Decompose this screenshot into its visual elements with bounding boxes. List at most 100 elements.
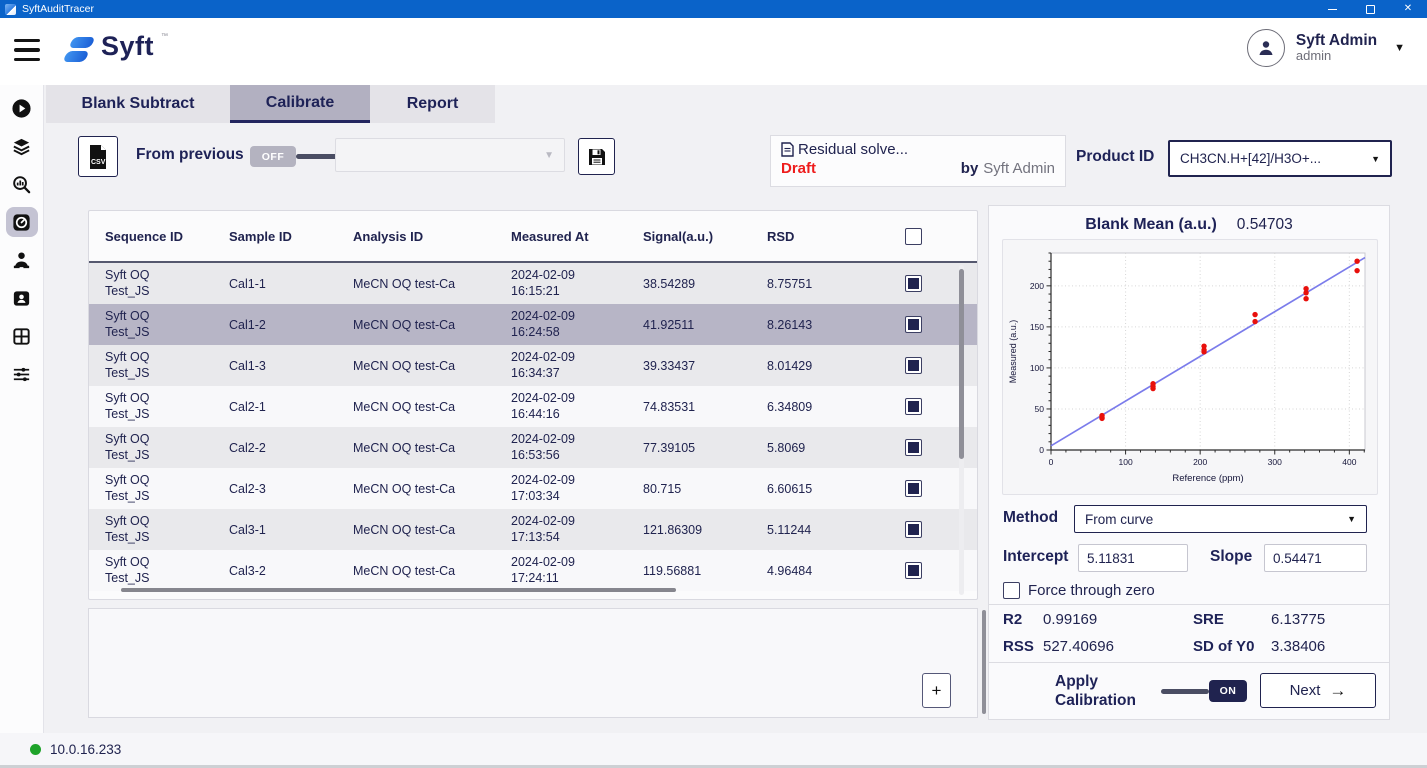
cell-measured-at: 2024-02-09 16:15:21 — [511, 268, 601, 299]
svg-text:Measured (a.u.): Measured (a.u.) — [1008, 320, 1018, 384]
cell-analysis-id: MeCN OQ test-Ca — [353, 400, 511, 414]
row-checkbox[interactable] — [905, 521, 922, 538]
rss-label: RSS — [1003, 638, 1043, 655]
toggle-on-state: ON — [1209, 680, 1247, 702]
force-through-zero-label: Force through zero — [1028, 582, 1155, 599]
sidebar-item-operator[interactable] — [6, 245, 38, 275]
row-checkbox[interactable] — [905, 439, 922, 456]
apply-calibration-label: Apply Calibration — [1055, 672, 1155, 711]
table-row[interactable]: Syft OQ Test_JSCal1-1MeCN OQ test-Ca2024… — [89, 263, 977, 304]
table-row[interactable]: Syft OQ Test_JSCal1-2MeCN OQ test-Ca2024… — [89, 304, 977, 345]
product-id-select[interactable]: CH3CN.H+[42]/H3O+... ▼ — [1168, 140, 1392, 177]
toggle-track — [1161, 689, 1209, 694]
tab-blank-subtract[interactable]: Blank Subtract — [46, 85, 230, 123]
add-button[interactable]: + — [922, 673, 951, 708]
cell-sequence-id: Syft OQ Test_JS — [105, 268, 175, 299]
force-through-zero-checkbox[interactable] — [1003, 582, 1020, 599]
row-checkbox[interactable] — [905, 480, 922, 497]
tab-calibrate[interactable]: Calibrate — [230, 85, 370, 123]
table-header: Sequence ID Sample ID Analysis ID Measur… — [89, 211, 977, 263]
product-id-label: Product ID — [1076, 148, 1154, 166]
intercept-label: Intercept — [1003, 548, 1068, 566]
table-row[interactable]: Syft OQ Test_JSCal3-2MeCN OQ test-Ca2024… — [89, 550, 977, 591]
menu-hamburger-icon[interactable] — [14, 39, 40, 61]
row-checkbox[interactable] — [905, 562, 922, 579]
col-sequence-id: Sequence ID — [105, 229, 175, 244]
apply-calibration-toggle[interactable]: ON — [1161, 680, 1247, 702]
cell-sample-id: Cal1-3 — [229, 359, 353, 373]
page-vertical-scrollbar[interactable] — [982, 610, 986, 714]
save-button[interactable] — [578, 138, 615, 175]
svg-text:300: 300 — [1268, 457, 1282, 467]
data-grid-icon — [11, 326, 32, 347]
restore-button[interactable] — [1351, 0, 1389, 18]
slope-field[interactable] — [1264, 544, 1367, 572]
table-vertical-scrollbar[interactable] — [959, 269, 964, 459]
sre-label: SRE — [1193, 611, 1271, 628]
sidebar-item-layers[interactable] — [6, 131, 38, 161]
sidebar-item-run[interactable] — [6, 93, 38, 123]
col-signal: Signal(a.u.) — [643, 229, 767, 244]
divider — [989, 604, 1389, 605]
table-row[interactable]: Syft OQ Test_JSCal2-2MeCN OQ test-Ca2024… — [89, 427, 977, 468]
cell-sample-id: Cal3-1 — [229, 523, 353, 537]
cell-analysis-id: MeCN OQ test-Ca — [353, 564, 511, 578]
fit-statistics: R2 0.99169 SRE 6.13775 RSS 527.40696 SD … — [1003, 611, 1377, 655]
user-menu[interactable]: Syft Admin admin ▼ — [1247, 29, 1405, 67]
minimize-button[interactable] — [1313, 0, 1351, 18]
cell-signal: 41.92511 — [643, 318, 767, 332]
table-body: Syft OQ Test_JSCal1-1MeCN OQ test-Ca2024… — [89, 263, 977, 591]
chevron-down-icon: ▼ — [1371, 154, 1380, 164]
from-previous-label: From previous — [136, 146, 244, 164]
solve-info-box: Residual solve... Draft bySyft Admin — [770, 135, 1066, 187]
minimize-icon — [1328, 9, 1337, 10]
close-button[interactable]: ✕ — [1389, 0, 1427, 18]
user-name: Syft Admin — [1296, 32, 1377, 50]
intercept-field[interactable] — [1078, 544, 1188, 572]
slope-label: Slope — [1210, 548, 1252, 566]
method-select[interactable]: From curve ▼ — [1074, 505, 1367, 533]
cell-sequence-id: Syft OQ Test_JS — [105, 391, 175, 422]
row-checkbox[interactable] — [905, 357, 922, 374]
cell-measured-at: 2024-02-09 17:24:11 — [511, 555, 601, 586]
cell-sample-id: Cal1-2 — [229, 318, 353, 332]
method-value: From curve — [1085, 512, 1347, 527]
table-horizontal-scrollbar[interactable] — [121, 588, 676, 592]
cell-sample-id: Cal3-2 — [229, 564, 353, 578]
cell-rsd: 4.96484 — [767, 564, 863, 578]
row-checkbox[interactable] — [905, 398, 922, 415]
cell-rsd: 5.11244 — [767, 523, 863, 537]
svg-text:200: 200 — [1030, 281, 1044, 291]
cell-analysis-id: MeCN OQ test-Ca — [353, 318, 511, 332]
sidebar-item-search-analysis[interactable] — [6, 169, 38, 199]
cell-measured-at: 2024-02-09 16:44:16 — [511, 391, 601, 422]
force-through-zero-row[interactable]: Force through zero — [1003, 582, 1155, 599]
sidebar-item-calibration[interactable] — [6, 207, 38, 237]
row-checkbox[interactable] — [905, 316, 922, 333]
next-button[interactable]: Next → — [1260, 673, 1376, 708]
calibration-chart-card: 0100200300400050100150200Reference (ppm)… — [1002, 239, 1378, 495]
svg-text:200: 200 — [1193, 457, 1207, 467]
export-csv-button[interactable]: CSV — [78, 136, 118, 177]
cell-sequence-id: Syft OQ Test_JS — [105, 432, 175, 463]
sidebar-item-contacts[interactable] — [6, 283, 38, 313]
sre-value: 6.13775 — [1271, 611, 1377, 628]
sd-of-y0-value: 3.38406 — [1271, 638, 1377, 655]
cell-rsd: 5.8069 — [767, 441, 863, 455]
table-row[interactable]: Syft OQ Test_JSCal3-1MeCN OQ test-Ca2024… — [89, 509, 977, 550]
table-row[interactable]: Syft OQ Test_JSCal1-3MeCN OQ test-Ca2024… — [89, 345, 977, 386]
play-circle-icon — [11, 98, 32, 119]
operator-icon — [11, 250, 32, 271]
solve-author: bySyft Admin — [961, 160, 1055, 177]
cell-sequence-id: Syft OQ Test_JS — [105, 309, 175, 340]
sidebar — [0, 85, 44, 733]
row-checkbox[interactable] — [905, 275, 922, 292]
select-all-checkbox[interactable] — [905, 228, 922, 245]
previous-calibration-select[interactable]: ▼ — [335, 138, 565, 172]
sidebar-item-settings[interactable] — [6, 359, 38, 389]
sidebar-item-data-grid[interactable] — [6, 321, 38, 351]
table-row[interactable]: Syft OQ Test_JSCal2-1MeCN OQ test-Ca2024… — [89, 386, 977, 427]
table-row[interactable]: Syft OQ Test_JSCal2-3MeCN OQ test-Ca2024… — [89, 468, 977, 509]
solve-title: Residual solve... — [798, 141, 908, 158]
tab-report[interactable]: Report — [370, 85, 495, 123]
